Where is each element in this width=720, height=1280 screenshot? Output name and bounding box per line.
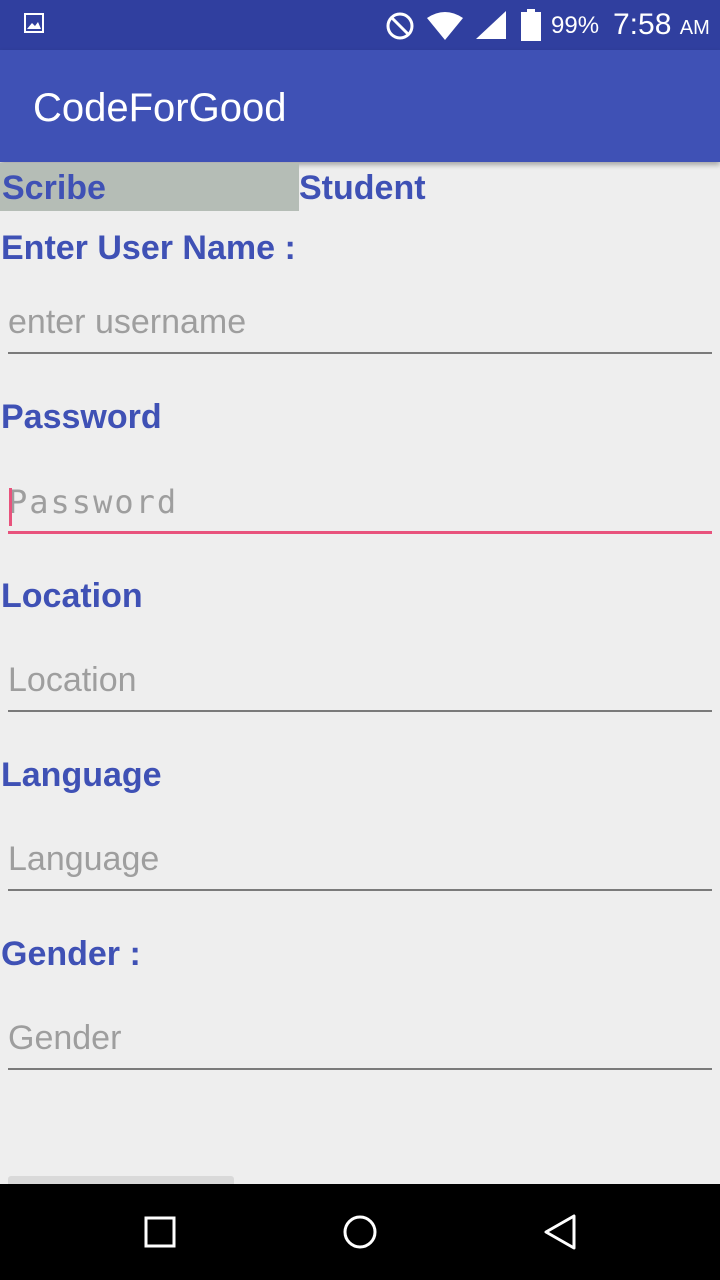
- back-icon[interactable]: [530, 1202, 590, 1262]
- username-field[interactable]: [8, 298, 712, 354]
- password-field[interactable]: [8, 478, 712, 534]
- recent-apps-icon[interactable]: [130, 1202, 190, 1262]
- language-label: Language: [1, 756, 162, 794]
- username-label: Enter User Name :: [1, 229, 296, 267]
- clock: 7:58 AM: [613, 8, 710, 45]
- do-not-disturb-icon: [386, 12, 414, 40]
- status-bar: 99% 7:58 AM: [0, 0, 720, 50]
- wifi-icon: [427, 12, 463, 40]
- navigation-bar: [0, 1184, 720, 1280]
- location-field[interactable]: [8, 656, 712, 712]
- gallery-icon: [24, 13, 44, 33]
- clock-time: 7:58: [613, 8, 672, 41]
- home-icon[interactable]: [330, 1202, 390, 1262]
- gender-label: Gender :: [1, 935, 141, 973]
- app-title: CodeForGood: [33, 86, 287, 130]
- app-bar: CodeForGood: [0, 50, 720, 162]
- battery-icon: [521, 9, 541, 41]
- gender-field[interactable]: [8, 1014, 712, 1070]
- password-label: Password: [1, 398, 162, 436]
- text-cursor: [9, 488, 12, 526]
- tab-scribe[interactable]: Scribe: [0, 163, 299, 211]
- cell-signal-icon: [476, 11, 506, 39]
- clock-ampm: AM: [679, 17, 710, 39]
- location-label: Location: [1, 577, 143, 615]
- battery-percent: 99%: [551, 12, 600, 39]
- tab-student[interactable]: Student: [299, 163, 499, 211]
- language-field[interactable]: [8, 835, 712, 891]
